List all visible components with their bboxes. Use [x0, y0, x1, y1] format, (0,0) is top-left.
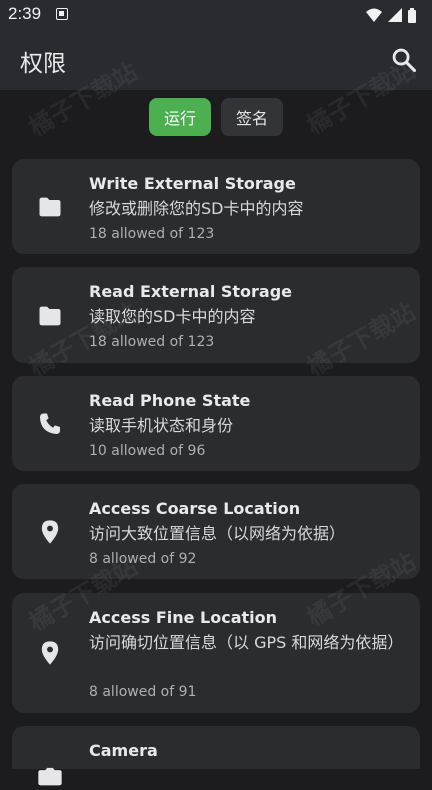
search-icon[interactable]: [390, 46, 418, 74]
permission-count: 10 allowed of 96: [89, 443, 206, 459]
status-time: 2:39: [8, 4, 42, 23]
app-bar: 权限: [0, 30, 432, 90]
permission-title: Write External Storage: [89, 174, 296, 193]
permission-card-access-fine-location[interactable]: Access Fine Location 访问确切位置信息（以 GPS 和网络为…: [12, 593, 420, 713]
permission-description: 修改或删除您的SD卡中的内容: [89, 199, 304, 218]
permission-title: Access Fine Location: [89, 608, 278, 627]
permission-card-write-external-storage[interactable]: Write External Storage 修改或删除您的SD卡中的内容 18…: [12, 159, 420, 254]
notification-icon: [56, 8, 68, 20]
permission-description: 读取您的SD卡中的内容: [89, 307, 256, 326]
tab-signature[interactable]: 签名: [221, 98, 283, 136]
permission-title: Read Phone State: [89, 391, 251, 410]
permission-title: Camera: [89, 741, 158, 760]
signal-icon: [388, 8, 402, 22]
wifi-icon: [366, 8, 382, 22]
location-pin-icon: [41, 641, 59, 665]
tab-bar: 运行 签名: [0, 98, 432, 136]
permission-card-access-coarse-location[interactable]: Access Coarse Location 访问大致位置信息（以网络为依据） …: [12, 484, 420, 579]
permission-count: 8 allowed of 92: [89, 551, 197, 567]
page-title: 权限: [20, 51, 66, 77]
tab-running[interactable]: 运行: [149, 98, 211, 136]
status-bar: 2:39: [0, 0, 432, 30]
folder-icon: [39, 197, 61, 217]
permission-title: Read External Storage: [89, 282, 293, 301]
status-icons: [366, 8, 416, 23]
phone-icon: [39, 413, 61, 435]
permission-count: 8 allowed of 91: [89, 684, 197, 700]
permission-count: 18 allowed of 123: [89, 226, 215, 242]
permission-card-read-external-storage[interactable]: Read External Storage 读取您的SD卡中的内容 18 all…: [12, 267, 420, 363]
permission-card-camera[interactable]: Camera: [12, 726, 420, 786]
permission-count: 18 allowed of 123: [89, 334, 215, 350]
permission-description: 访问大致位置信息（以网络为依据）: [89, 524, 346, 543]
folder-icon: [39, 306, 61, 326]
permission-title: Access Coarse Location: [89, 499, 301, 518]
battery-icon: [408, 8, 416, 23]
permission-card-read-phone-state[interactable]: Read Phone State 读取手机状态和身份 10 allowed of…: [12, 376, 420, 471]
permission-description: 访问确切位置信息（以 GPS 和网络为依据）: [89, 633, 404, 652]
permission-description: 读取手机状态和身份: [89, 416, 234, 435]
location-pin-icon: [41, 520, 59, 544]
camera-icon: [38, 767, 62, 786]
